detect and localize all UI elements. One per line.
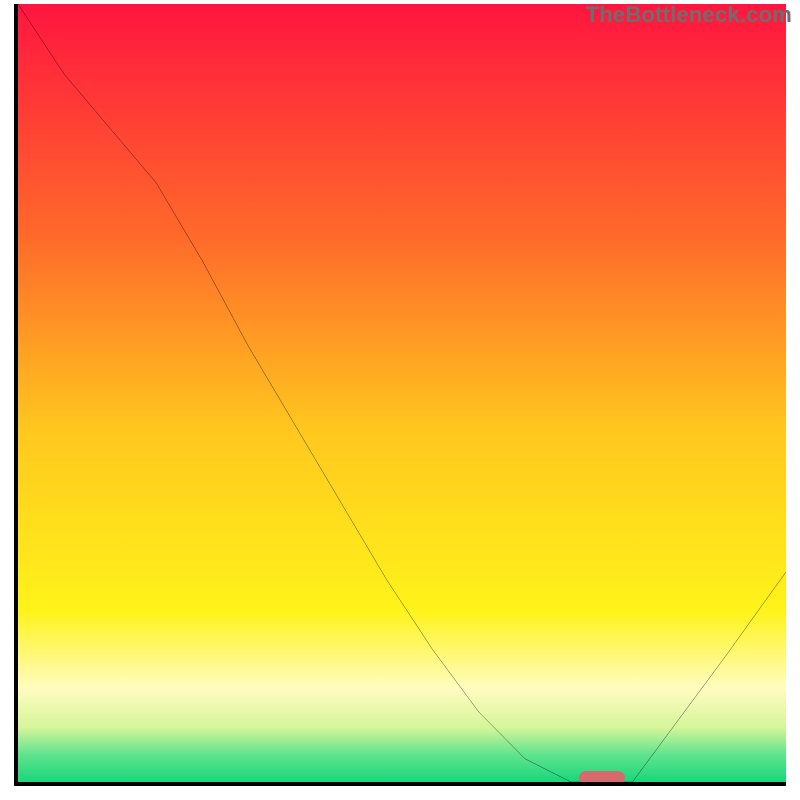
watermark-text: TheBottleneck.com (586, 2, 792, 28)
chart-frame: TheBottleneck.com (0, 0, 800, 800)
heat-gradient-background (18, 4, 786, 782)
plot-area (14, 4, 786, 786)
